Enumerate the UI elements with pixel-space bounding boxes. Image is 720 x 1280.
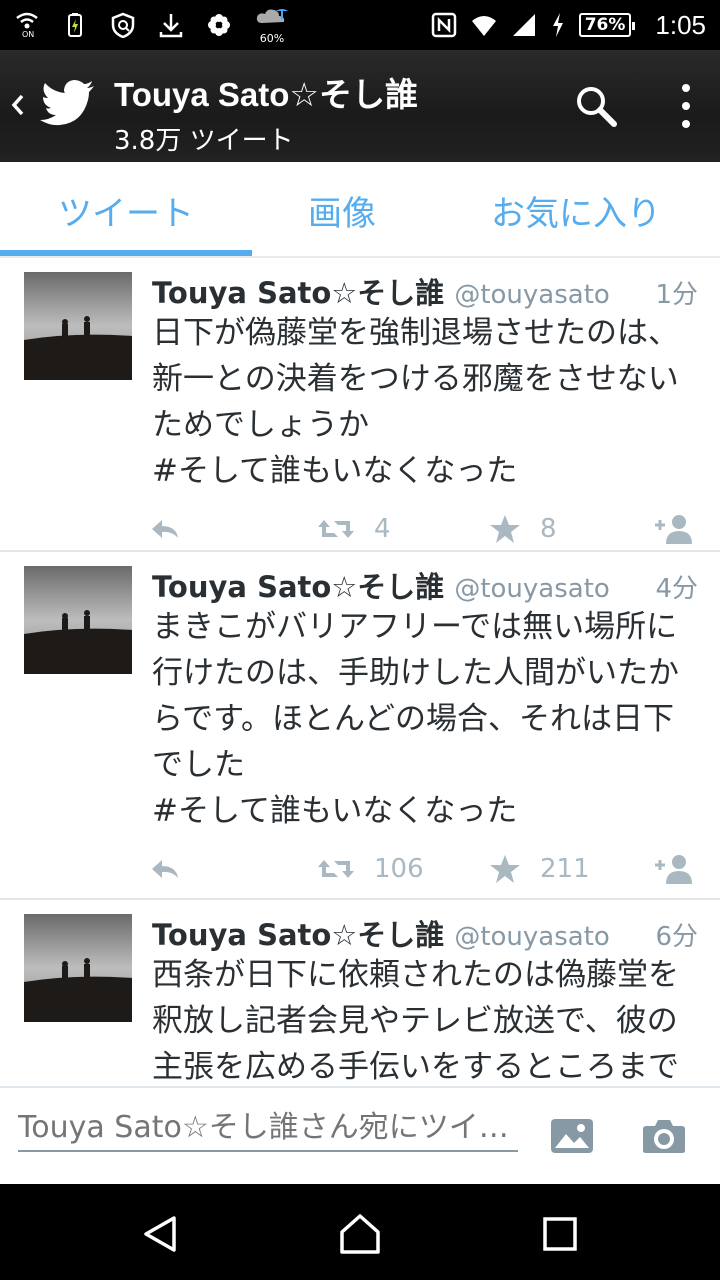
weather-percentage: 60%	[259, 32, 285, 45]
battery-saver-icon	[62, 12, 88, 38]
tweet-item[interactable]: Touya Sato☆そし誰 @touyasato 4分 まきこがバリアフリーで…	[0, 552, 720, 900]
tab-images[interactable]: 画像	[252, 162, 432, 258]
wifi-icon	[471, 12, 497, 38]
back-arrow-icon[interactable]	[8, 88, 28, 122]
shield-icon	[110, 12, 136, 38]
avatar[interactable]	[24, 566, 132, 674]
tweet-text: 日下が偽藤堂を強制退場させたのは、 新一との決着をつける邪魔をさせない ためでし…	[152, 315, 679, 489]
retweet-count: 106	[374, 854, 424, 884]
tweet-item[interactable]: Touya Sato☆そし誰 @touyasato 1分 日下が偽藤堂を強制退場…	[0, 258, 720, 552]
nfc-on-icon: ON	[14, 12, 40, 38]
profile-tabs: ツイート 画像 お気に入り	[0, 162, 720, 258]
tweet-text: まきこがバリアフリーでは無い場所に 行けたのは、手助けした人間がいたか らです。…	[152, 609, 679, 829]
signal-icon	[511, 12, 537, 38]
svg-text:ON: ON	[22, 30, 34, 38]
reply-button[interactable]	[148, 514, 182, 544]
tweet-author-name[interactable]: Touya Sato☆そし誰	[152, 912, 444, 954]
tweet-author-handle: @touyasato	[454, 922, 610, 952]
flower-icon	[206, 12, 232, 38]
retweet-button[interactable]: 4	[316, 514, 391, 544]
weather-icon: 60%	[254, 5, 290, 45]
tweet-author-handle: @touyasato	[454, 280, 610, 310]
tweet-timestamp: 4分	[655, 574, 698, 604]
tweet-compose-input[interactable]	[18, 1108, 518, 1152]
charging-icon	[551, 12, 565, 38]
tweet-timestamp: 1分	[655, 280, 698, 310]
follow-button[interactable]	[652, 514, 696, 544]
retweet-button[interactable]: 106	[316, 854, 424, 884]
compose-bar	[0, 1086, 720, 1184]
retweet-count: 4	[374, 514, 391, 544]
add-user-icon	[655, 855, 692, 884]
retweet-icon	[318, 860, 354, 878]
favorite-count: 211	[540, 854, 590, 884]
tweet-author-name[interactable]: Touya Sato☆そし誰	[152, 564, 444, 606]
battery-indicator: 76%	[578, 13, 636, 37]
follow-button[interactable]	[652, 854, 696, 884]
nav-home-icon[interactable]	[338, 1212, 382, 1256]
download-icon	[158, 12, 184, 38]
favorite-count: 8	[540, 514, 557, 544]
profile-name: Touya Sato☆そし誰	[114, 76, 418, 113]
nav-recents-icon[interactable]	[542, 1216, 578, 1252]
avatar[interactable]	[24, 914, 132, 1022]
star-icon	[490, 515, 520, 543]
clock: 1:05	[655, 9, 706, 40]
tweet-text: 西条が日下に依頼されたのは偽藤堂を 釈放し記者会見やテレビ放送で、彼の 主張を広…	[152, 957, 679, 1085]
reply-icon	[152, 860, 178, 878]
search-icon[interactable]	[572, 82, 620, 130]
favorite-button[interactable]: 211	[488, 854, 590, 884]
camera-icon[interactable]	[642, 1118, 686, 1154]
tweet-count: 3.8万 ツイート	[114, 126, 294, 156]
nfc-icon	[431, 12, 457, 38]
tweet-author-handle: @touyasato	[454, 574, 610, 604]
status-bar: ON 60% 76% 1:05	[0, 0, 720, 50]
image-icon[interactable]	[550, 1118, 594, 1154]
star-icon	[490, 855, 520, 883]
retweet-icon	[318, 520, 354, 538]
favorite-button[interactable]: 8	[488, 514, 557, 544]
profile-header: Touya Sato☆そし誰 3.8万 ツイート	[0, 50, 720, 162]
tweet-timestamp: 6分	[655, 922, 698, 952]
tweet-timeline[interactable]: Touya Sato☆そし誰 @touyasato 1分 日下が偽藤堂を強制退場…	[0, 258, 720, 1086]
reply-icon	[152, 520, 178, 538]
tweet-author-name[interactable]: Touya Sato☆そし誰	[152, 270, 444, 312]
overflow-menu-icon[interactable]	[672, 82, 700, 130]
system-nav-bar	[0, 1184, 720, 1280]
active-tab-indicator	[0, 250, 252, 256]
nav-back-icon[interactable]	[140, 1214, 180, 1254]
tweet-item[interactable]: Touya Sato☆そし誰 @touyasato 6分 西条が日下に依頼された…	[0, 900, 720, 1086]
tab-favorites[interactable]: お気に入り	[432, 162, 720, 258]
tab-tweets[interactable]: ツイート	[0, 162, 252, 258]
avatar[interactable]	[24, 272, 132, 380]
reply-button[interactable]	[148, 854, 182, 884]
add-user-icon	[655, 515, 692, 544]
twitter-bird-icon[interactable]	[40, 80, 96, 130]
